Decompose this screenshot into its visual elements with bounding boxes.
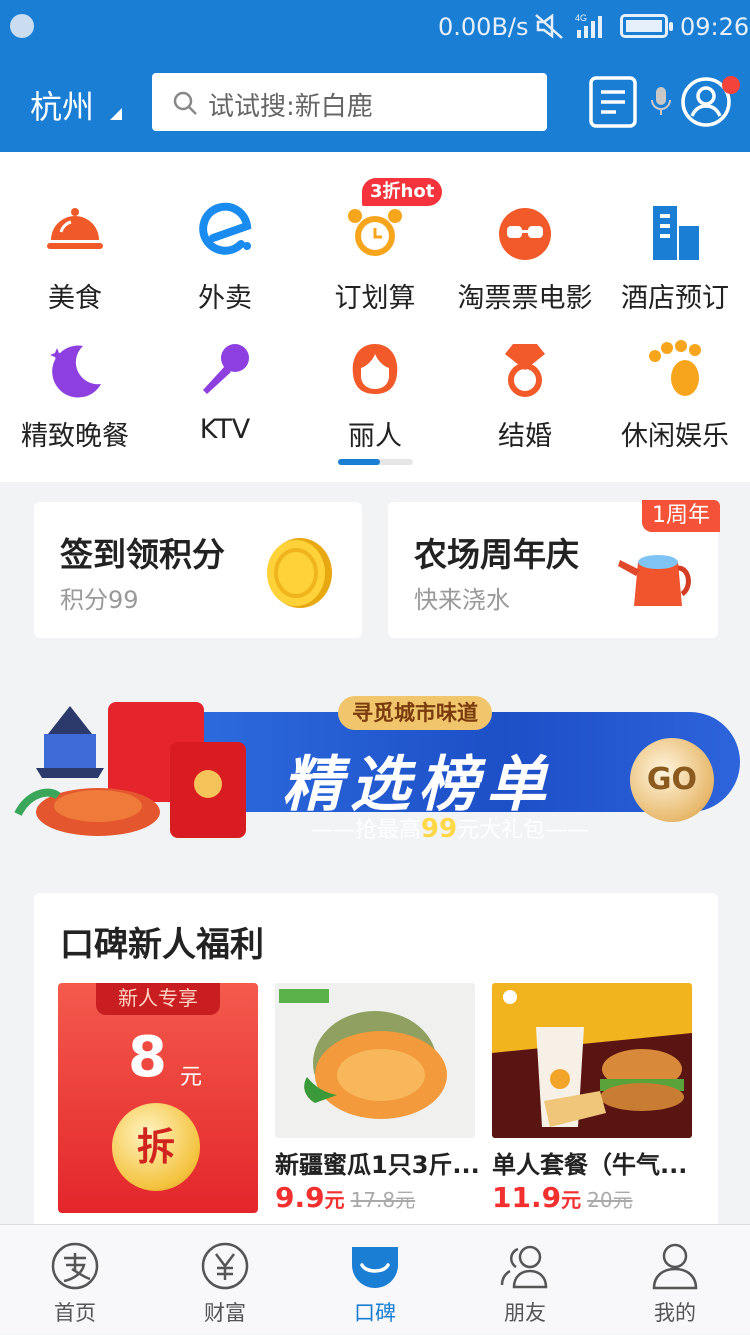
tab-label: 首页 [54,1301,96,1325]
banner-subtitle-prefix: ——抢最高 [310,818,421,843]
alipay-icon [51,1242,99,1290]
gold-coin-icon [267,538,332,608]
watering-can-icon [618,555,691,606]
tab-home[interactable]: 首页 [0,1225,150,1335]
category-label: 丽人 [348,421,402,452]
signal-icon: 4G [575,13,602,38]
tab-koubei[interactable]: 口碑 [300,1225,450,1335]
tab-label: 口碑 [354,1301,396,1325]
paw-icon [649,340,701,396]
banner-tag: 寻觅城市味道 [338,696,492,730]
banner-subtitle-suffix: 元大礼包—— [457,818,590,843]
beauty-face-icon [352,344,398,394]
tab-label: 朋友 [504,1301,546,1325]
grid-pager [338,459,413,465]
category-label: 结婚 [498,421,552,452]
wedding-ring-icon [505,344,545,397]
price-unit: 元 [324,1188,345,1212]
category-label: 精致晚餐 [21,421,129,452]
category-label: KTV [199,414,251,445]
checkin-card[interactable]: 签到领积分 积分99 [34,502,362,638]
promo-banner[interactable]: 寻觅城市味道 精选榜单 ——抢最高99元大礼包—— GO [0,670,750,860]
banner-title: 精选榜单 [282,750,554,820]
city-caret-icon[interactable] [110,108,122,120]
unwrap-button[interactable]: 拆 [112,1103,200,1191]
card-title: 签到领积分 [60,535,225,574]
original-price: 17.8元 [350,1188,416,1212]
coupon-unit: 元 [180,1065,203,1090]
tab-wealth[interactable]: 财富 [150,1225,300,1335]
card-subtitle: 快来浇水 [414,586,510,614]
profile-icon [652,1243,698,1290]
section-title: 口碑新人福利 [60,925,264,965]
status-bar: 0.00B/s 4G 09:26 [0,0,750,54]
tab-label: 财富 [204,1301,246,1325]
newcomer-welfare-section: 口碑新人福利 新人专享 8 元 拆 新疆蜜瓜1只3斤... 9.9元17.8元 [34,893,718,1253]
network-speed: 0.00B/s [438,13,529,41]
product-price: 11.9元 20元 [492,1181,633,1214]
food-cloche-icon [47,208,103,249]
order-list-icon[interactable] [588,75,638,129]
tab-profile[interactable]: 我的 [600,1225,750,1335]
banner-subtitle: ——抢最高99元大礼包—— [300,812,600,844]
moon-star-icon [50,345,101,398]
original-price: 20元 [587,1188,633,1212]
search-placeholder: 试试搜:新白鹿 [208,92,373,122]
movie-glasses-icon [499,208,551,260]
banner-decoration-icon [14,702,246,838]
category-label: 休闲娱乐 [621,421,729,452]
card-title: 农场周年庆 [414,535,579,574]
tab-friends[interactable]: 朋友 [450,1225,600,1335]
category-food[interactable]: 美食 [0,172,150,314]
category-takeout[interactable]: 外卖 [150,172,300,314]
newcomer-coupon[interactable]: 新人专享 8 元 拆 [58,983,258,1213]
search-box[interactable]: 试试搜:新白鹿 [152,73,671,131]
microphone-icon [203,344,249,394]
coupon-tag: 新人专享 [96,983,220,1015]
product-name: 单人套餐（牛气... [492,1151,688,1179]
category-wedding[interactable]: 结婚 [450,310,600,452]
ele-me-icon [199,202,252,255]
price-unit: 元 [561,1188,582,1212]
alarm-clock-icon [348,209,402,256]
card-subtitle: 积分99 [60,586,139,614]
product-image [492,983,692,1138]
go-button[interactable]: GO [630,738,714,822]
hot-badge: 3折hot [362,178,443,206]
product-image [275,983,475,1138]
top-bar: 0.00B/s 4G 09:26 杭州 试试搜:新白鹿 [0,0,750,152]
koubei-icon [352,1247,398,1288]
coupon-amount: 8 [128,1025,167,1090]
city-selector[interactable]: 杭州 [30,82,94,128]
notification-dot [722,76,740,94]
category-dinner[interactable]: 精致晚餐 [0,310,150,452]
product-price: 9.9元 17.8元 [275,1181,415,1214]
price-value: 9.9 [275,1181,325,1214]
category-leisure[interactable]: 休闲娱乐 [600,310,750,452]
anniversary-badge: 1周年 [642,500,720,532]
banner-subtitle-amount: 99 [420,814,458,844]
friends-icon [500,1245,548,1289]
category-hotel[interactable]: 酒店预订 [600,172,750,314]
notification-icon [10,14,34,38]
hotel-building-icon [653,206,699,260]
category-movie[interactable]: 淘票票电影 [450,172,600,314]
category-ktv[interactable]: KTV [150,310,300,450]
price-value: 11.9 [492,1181,562,1214]
bottom-tab-bar: 首页 财富 口碑 朋友 我的 [0,1224,750,1334]
battery-icon [620,14,673,38]
search-icon [173,91,197,115]
voice-search-icon[interactable] [650,87,672,117]
tab-label: 我的 [654,1301,696,1325]
mute-icon [535,13,563,39]
product-name: 新疆蜜瓜1只3斤... [275,1151,480,1179]
clock: 09:26 [680,13,750,41]
category-beauty[interactable]: 丽人 [300,310,450,452]
yuan-icon [201,1242,249,1290]
svg-text:4G: 4G [575,13,587,23]
